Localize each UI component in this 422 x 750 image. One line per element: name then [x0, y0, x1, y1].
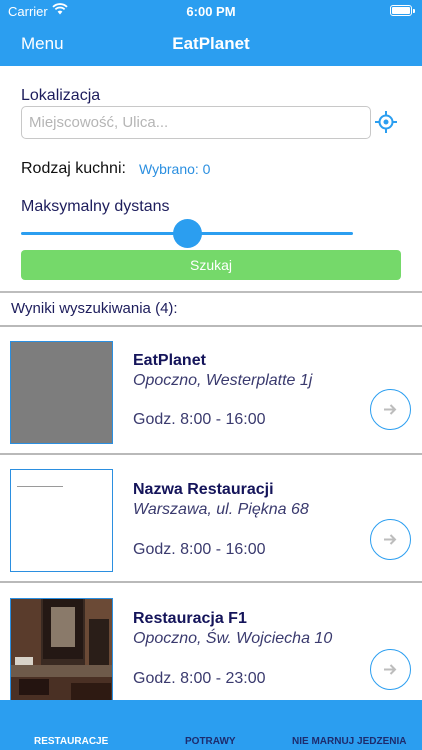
restaurant-interior-photo: [11, 599, 112, 700]
restaurant-hours: Godz. 8:00 - 16:00: [133, 411, 266, 428]
search-button[interactable]: Szukaj: [21, 250, 401, 280]
distance-label: Maksymalny dystans: [21, 198, 170, 215]
restaurant-address: Opoczno, Westerplatte 1j: [133, 372, 313, 389]
thumbnail-text-lines: [17, 484, 67, 491]
restaurant-address: Warszawa, ul. Piękna 68: [133, 501, 309, 518]
location-input[interactable]: [21, 106, 371, 139]
results-header: Wyniki wyszukiwania (4):: [11, 300, 178, 317]
restaurant-thumbnail: [10, 341, 113, 444]
distance-slider-thumb[interactable]: [172, 219, 202, 248]
tab-restauracje[interactable]: RESTAURACJE: [34, 736, 108, 747]
bottom-tab-bar: RESTAURACJE POTRAWY NIE MARNUJ JEDZENIA: [0, 700, 422, 750]
menu-button[interactable]: Menu: [21, 34, 64, 54]
result-card[interactable]: Nazwa Restauracji Warszawa, ul. Piękna 6…: [0, 453, 422, 583]
result-card[interactable]: EatPlanet Opoczno, Westerplatte 1j Godz.…: [0, 325, 422, 455]
open-restaurant-button[interactable]: [370, 389, 411, 430]
restaurant-name: EatPlanet: [133, 352, 206, 369]
divider: [0, 291, 422, 293]
cuisine-label: Rodzaj kuchni:: [21, 160, 126, 177]
clock: 6:00 PM: [186, 4, 236, 19]
status-bar: Carrier 6:00 PM: [0, 0, 422, 22]
arrow-right-icon: [384, 534, 397, 545]
divider: [0, 581, 422, 583]
locate-me-icon[interactable]: [374, 110, 398, 134]
cuisine-selector[interactable]: Wybrano: 0: [139, 161, 210, 177]
arrow-right-icon: [384, 404, 397, 415]
divider: [0, 453, 422, 455]
restaurant-name: Nazwa Restauracji: [133, 481, 274, 498]
restaurant-hours: Godz. 8:00 - 16:00: [133, 541, 266, 558]
tab-nie-marnuj-jedzenia[interactable]: NIE MARNUJ JEDZENIA: [292, 736, 406, 747]
location-label: Lokalizacja: [21, 87, 101, 104]
battery-icon: [390, 5, 415, 16]
restaurant-thumbnail: [10, 469, 113, 572]
result-card[interactable]: Restauracja F1 Opoczno, Św. Wojciecha 10…: [0, 581, 422, 711]
open-restaurant-button[interactable]: [370, 519, 411, 560]
restaurant-address: Opoczno, Św. Wojciecha 10: [133, 630, 333, 647]
restaurant-hours: Godz. 8:00 - 23:00: [133, 670, 266, 687]
restaurant-name: Restauracja F1: [133, 610, 247, 627]
tab-potrawy[interactable]: POTRAWY: [185, 736, 236, 747]
arrow-right-icon: [384, 664, 397, 675]
divider: [0, 325, 422, 327]
restaurant-thumbnail: [10, 598, 113, 701]
navigation-bar: Carrier 6:00 PM Menu EatPlanet: [0, 0, 422, 66]
open-restaurant-button[interactable]: [370, 649, 411, 690]
